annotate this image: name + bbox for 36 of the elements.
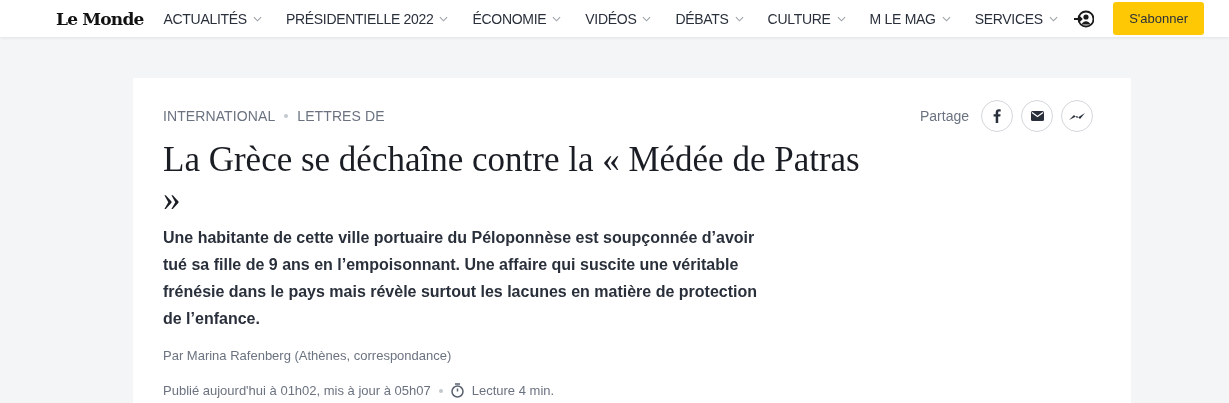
nav-item[interactable]: M LE MAG <box>869 10 951 27</box>
breadcrumb-link[interactable]: LETTRES DE <box>297 108 385 124</box>
nav-item[interactable]: DÉBATS <box>675 10 744 27</box>
messenger-share-button[interactable] <box>1061 100 1093 132</box>
reading-time: Lecture 4 min. <box>471 383 555 398</box>
article-title: La Grèce se déchaîne contre la « Médée de Patras » <box>163 140 861 218</box>
breadcrumb-link[interactable]: INTERNATIONAL <box>163 108 276 124</box>
share-label: Partage <box>919 108 969 124</box>
facebook-icon <box>993 109 1001 123</box>
chevron-down-icon <box>941 15 951 22</box>
separator-dot <box>438 388 443 393</box>
nav-item[interactable]: CULTURE <box>767 10 846 27</box>
article-summary: Une habitante de cette ville portuaire du Péloponnèse est soupçonnée d’avoir tué sa fille de 9 ans en l’empoisonnant. Une affaire qui suscite une véritable frénésie dans le pays mais révèle surtout les lacunes en matière de protection de l’enfance. <box>163 228 758 329</box>
chevron-down-icon <box>439 15 449 22</box>
chevron-down-icon <box>836 15 846 22</box>
publish-date: Publié aujourd'hui à 01h02, mis à jour à 05h07 <box>163 383 431 398</box>
nav-item[interactable]: SERVICES <box>974 10 1058 27</box>
chevron-down-icon <box>252 15 262 22</box>
chevron-down-icon <box>642 15 652 22</box>
nav-item[interactable]: PRÉSIDENTIELLE 2022 <box>285 10 449 27</box>
facebook-share-button[interactable] <box>981 100 1013 132</box>
timer-icon <box>450 383 464 398</box>
account-icon[interactable] <box>1074 9 1095 28</box>
envelope-icon <box>1030 111 1044 121</box>
site-logo[interactable]: Le Monde <box>56 8 144 29</box>
chevron-down-icon <box>552 15 562 22</box>
separator-dot <box>284 114 289 118</box>
nav-item[interactable]: ACTUALITÉS <box>163 10 262 27</box>
nav-item[interactable]: ÉCONOMIE <box>472 10 562 27</box>
chevron-down-icon <box>1048 15 1058 22</box>
zigzag-icon <box>1069 111 1085 121</box>
chevron-down-icon <box>734 15 744 22</box>
nav-item[interactable]: VIDÉOS <box>585 10 652 27</box>
email-share-button[interactable] <box>1021 100 1053 132</box>
byline: Par Marina Rafenberg (Athènes, correspondance) <box>163 348 453 363</box>
subscribe-button[interactable]: S'abonner <box>1113 2 1204 35</box>
